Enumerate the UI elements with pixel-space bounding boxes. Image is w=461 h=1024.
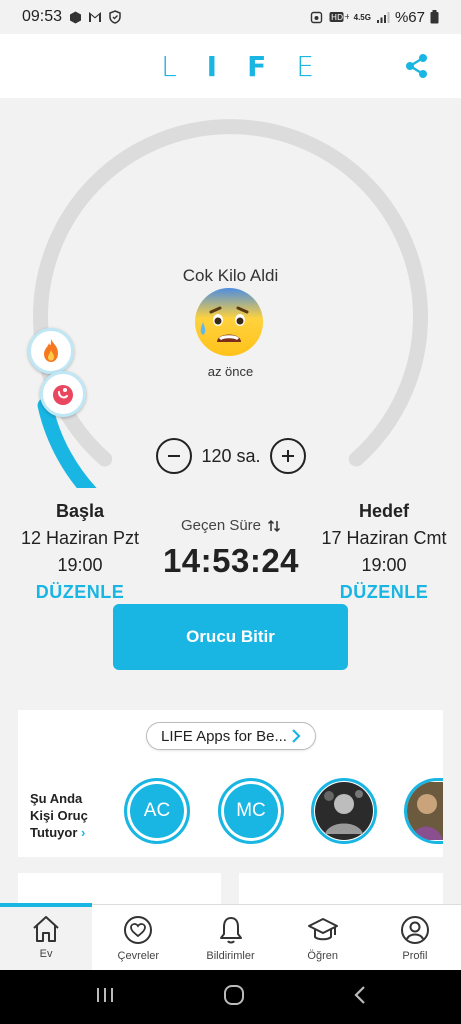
goal-section: Hedef 17 Haziran Cmt 19:00 DÜZENLE [312, 501, 456, 603]
start-time: 19:00 [57, 555, 103, 575]
hd-voice-icon: HD + [329, 10, 349, 24]
logo-letter: F [247, 49, 267, 83]
network-type: 4.5G [353, 12, 371, 22]
back-icon [353, 985, 365, 1004]
avatar-photo-icon [407, 782, 443, 840]
home-circle-icon [223, 984, 244, 1005]
tab-home[interactable]: Ev [0, 905, 93, 970]
goal-date: 17 Haziran Cmt [321, 528, 447, 548]
status-bar: 09:53 HD + 4.5G %67 [0, 0, 461, 34]
tab-circles[interactable]: Çevreler [92, 905, 184, 970]
start-section: Başla 12 Haziran Pzt 19:00 DÜZENLE [10, 501, 150, 603]
life-apps-label: LIFE Apps for Be... [161, 727, 287, 745]
tab-notifications[interactable]: Bildirimler [184, 905, 276, 970]
active-tab-indicator [0, 903, 92, 907]
logo-letter: L [161, 49, 177, 83]
back-button[interactable] [352, 985, 368, 1010]
battery-icon [430, 10, 439, 24]
recent-apps-icon [96, 987, 113, 1002]
logo-letter: I [206, 49, 218, 83]
elapsed-time: 14:53:24 [162, 542, 300, 579]
tab-label: Öğren [307, 950, 338, 962]
swap-arrows-icon [267, 519, 281, 532]
profile-icon [400, 916, 429, 944]
home-system-button[interactable] [223, 984, 245, 1011]
anxious-face-icon [191, 284, 267, 360]
status-time: 09:53 [22, 8, 63, 25]
edit-start-button[interactable]: DÜZENLE [10, 582, 150, 603]
increase-duration-button[interactable] [269, 438, 306, 474]
tab-label: Çevreler [117, 950, 160, 962]
svg-text:HD: HD [331, 13, 343, 22]
ketone-drop-icon [53, 385, 73, 405]
graduation-cap-icon [307, 918, 338, 941]
gmail-icon [88, 10, 102, 24]
tab-label: Ev [39, 948, 53, 960]
plus-icon [281, 450, 294, 462]
app-header: L I F E [0, 34, 461, 98]
fasting-now-line: Şu Anda [30, 791, 83, 806]
flame-icon [44, 339, 58, 362]
fasting-now-link[interactable]: Şu Anda Kişi Oruç Tutuyor › [30, 790, 110, 841]
goal-title: Hedef [358, 501, 409, 521]
duration-stepper: 120 sa. [156, 437, 306, 475]
share-icon [406, 54, 427, 78]
elapsed-label: Geçen Süre [180, 517, 262, 534]
recent-apps-button[interactable] [94, 986, 116, 1009]
battery-percent: %67 [394, 8, 425, 26]
alarm-icon [310, 10, 324, 24]
logo-letter: E [296, 49, 314, 83]
tab-label: Bildirimler [206, 950, 255, 962]
community-card: LIFE Apps for Be... Şu Anda Kişi Oruç Tu… [18, 710, 443, 857]
avatar-photo-icon [315, 782, 373, 840]
last-update-text: az önce [207, 364, 254, 379]
avatar[interactable]: AC [124, 778, 190, 844]
edit-goal-button[interactable]: DÜZENLE [312, 582, 456, 603]
shield-icon [108, 10, 122, 24]
tab-label: Profil [402, 950, 428, 962]
cube-icon [68, 10, 82, 24]
home-icon [33, 916, 59, 942]
minus-icon [168, 455, 180, 457]
avatar[interactable] [404, 778, 443, 844]
signal-icon [376, 10, 390, 24]
avatar[interactable] [311, 778, 377, 844]
decrease-duration-button[interactable] [156, 438, 192, 474]
end-fast-button[interactable]: Orucu Bitir [113, 604, 348, 670]
life-apps-pill[interactable]: LIFE Apps for Be... [146, 722, 316, 750]
life-logo: L I F E [161, 50, 314, 83]
elapsed-label-row[interactable]: Geçen Süre [150, 517, 312, 534]
fast-duration: 120 sa. [201, 445, 261, 466]
system-navigation-bar [0, 970, 461, 1024]
fasting-now-line: Tutuyor › [30, 825, 86, 840]
bottom-tab-bar: Ev Çevreler Bildirimler Öğren Profil [0, 904, 461, 970]
chevron-right-icon [292, 729, 301, 743]
chevron-right-icon: › [81, 825, 86, 840]
start-date: 12 Haziran Pzt [20, 528, 140, 548]
start-title: Başla [55, 501, 105, 521]
share-button[interactable] [403, 52, 431, 80]
avatar[interactable]: MC [218, 778, 284, 844]
elapsed-timer: Geçen Süre 14:53:24 [150, 517, 312, 580]
goal-time: 19:00 [361, 555, 407, 575]
heart-circle-icon [124, 916, 153, 944]
bell-icon [219, 917, 242, 944]
svg-text:+: + [344, 12, 349, 21]
tab-profile[interactable]: Profil [369, 905, 461, 970]
fasting-now-line: Kişi Oruç [30, 808, 88, 823]
tab-learn[interactable]: Öğren [277, 905, 369, 970]
fast-status-label: Cok Kilo Aldi [182, 266, 279, 285]
